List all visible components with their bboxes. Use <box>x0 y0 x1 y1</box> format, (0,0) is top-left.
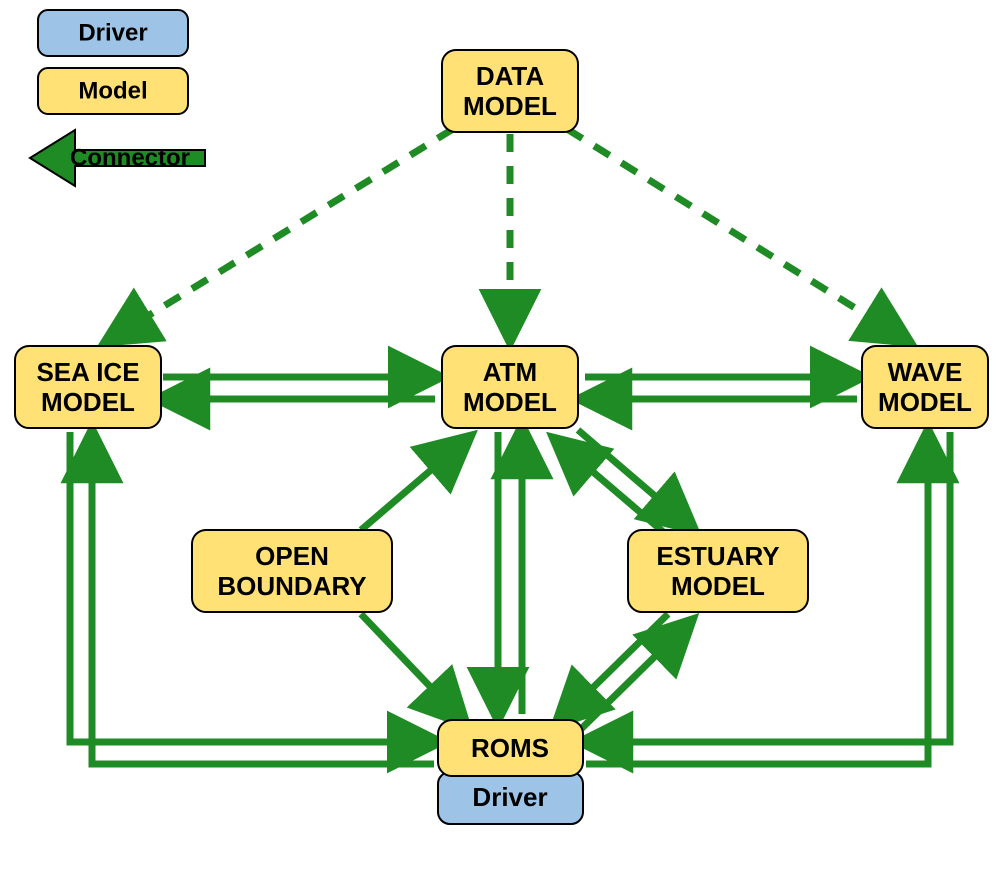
diagram-canvas: Driver Model Connector <box>0 0 1000 869</box>
svg-text:MODEL: MODEL <box>463 91 557 121</box>
node-sea-ice-model: SEA ICE MODEL <box>15 346 161 428</box>
legend-connector: Connector <box>30 130 205 186</box>
svg-text:ESTUARY: ESTUARY <box>656 541 779 571</box>
legend-driver: Driver <box>38 10 188 56</box>
svg-text:ROMS: ROMS <box>471 733 549 763</box>
node-data-model: DATA MODEL <box>442 50 578 132</box>
svg-text:MODEL: MODEL <box>41 387 135 417</box>
svg-text:OPEN: OPEN <box>255 541 329 571</box>
conn-estuary-to-roms <box>560 614 668 720</box>
svg-text:ATM: ATM <box>483 357 537 387</box>
svg-text:MODEL: MODEL <box>671 571 765 601</box>
node-roms: ROMS <box>438 720 583 776</box>
svg-text:SEA ICE: SEA ICE <box>36 357 139 387</box>
legend-driver-label: Driver <box>78 19 147 46</box>
node-estuary-model: ESTUARY MODEL <box>628 530 808 612</box>
node-driver: Driver <box>438 772 583 824</box>
conn-roms-to-estuary <box>580 624 688 730</box>
svg-text:WAVE: WAVE <box>888 357 963 387</box>
connectors-layer <box>70 129 950 764</box>
legend-model: Model <box>38 68 188 114</box>
conn-openboundary-to-roms <box>361 614 462 720</box>
node-atm-model: ATM MODEL <box>442 346 578 428</box>
conn-data-to-wave <box>567 129 905 339</box>
svg-text:DATA: DATA <box>476 61 545 91</box>
svg-text:Driver: Driver <box>472 782 547 812</box>
conn-openboundary-to-atm <box>361 440 466 530</box>
node-wave-model: WAVE MODEL <box>862 346 988 428</box>
node-open-boundary: OPEN BOUNDARY <box>192 530 392 612</box>
svg-text:MODEL: MODEL <box>463 387 557 417</box>
svg-text:MODEL: MODEL <box>878 387 972 417</box>
legend-connector-label: Connector <box>70 144 190 171</box>
legend-model-label: Model <box>78 77 147 104</box>
legend: Driver Model Connector <box>30 10 205 186</box>
svg-text:BOUNDARY: BOUNDARY <box>217 571 366 601</box>
